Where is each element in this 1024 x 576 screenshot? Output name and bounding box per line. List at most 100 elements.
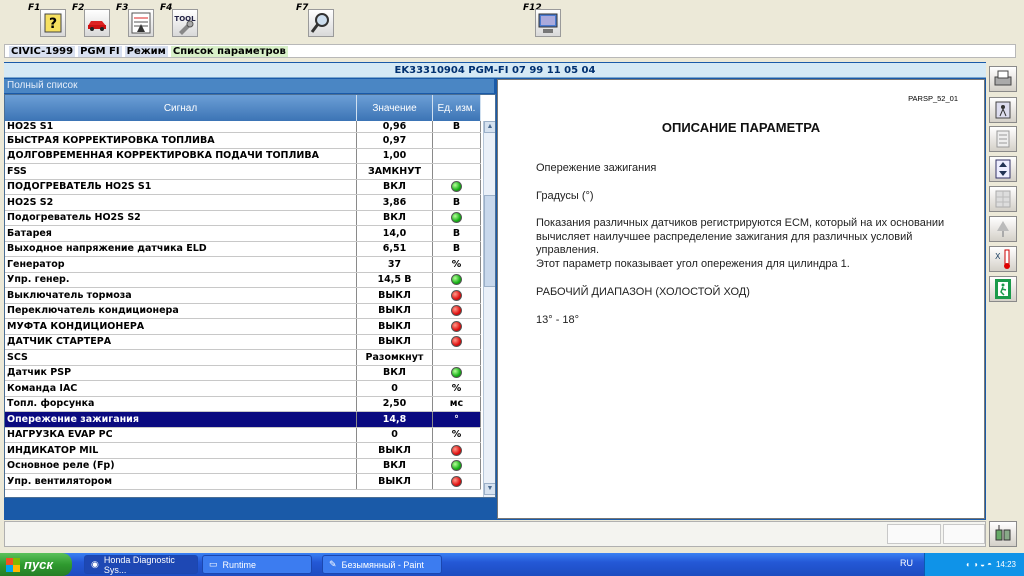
signal-cell: Команда IAC [5, 381, 357, 396]
value-cell: ВЫКЛ [357, 319, 433, 334]
language-indicator[interactable]: RU [900, 558, 913, 568]
column-signal[interactable]: Сигнал [5, 95, 357, 121]
frame-bottom [4, 498, 496, 519]
table-header: Сигнал Значение Ед. изм. [5, 95, 481, 121]
connection-button[interactable] [989, 521, 1017, 547]
table-row[interactable]: HO2S S2 3,86 В [5, 195, 481, 211]
signal-cell: Основное реле (Fp) [5, 458, 357, 473]
value-cell: 0,96 [357, 121, 433, 132]
breadcrumb: CIVIC-1999 PGM FI Режим Список параметро… [4, 44, 1016, 58]
status-on-indicator-icon [451, 367, 462, 379]
app-icon: ◉ [91, 559, 99, 569]
unit-cell [433, 334, 481, 349]
column-unit[interactable]: Ед. изм. [433, 95, 481, 121]
scroll-down-arrow[interactable]: ▼ [484, 483, 495, 495]
signal-cell: Подогреватель HO2S S2 [5, 210, 357, 225]
scroll-thumb[interactable] [484, 195, 495, 287]
signal-cell: ИНДИКАТОР MIL [5, 443, 357, 458]
list-button[interactable] [989, 126, 1017, 152]
description-code: PARSP_52_01 [908, 94, 958, 103]
table-row[interactable]: Основное реле (Fp) ВКЛ [5, 458, 481, 474]
plug-icon [995, 525, 1011, 541]
table-row[interactable]: ИНДИКАТОР MIL ВЫКЛ [5, 443, 481, 459]
f4-tool-button[interactable]: F4 TOOL [160, 3, 200, 41]
table-row[interactable]: Опережение зажигания 14,8 ° [5, 412, 481, 428]
table-row[interactable]: ДОЛГОВРЕМЕННАЯ КОРРЕКТИРОВКА ПОДАЧИ ТОПЛ… [5, 148, 481, 164]
person-button[interactable] [989, 97, 1017, 123]
range-value: 13° - 18° [536, 314, 580, 326]
description-panel: PARSP_52_01 ОПИСАНИЕ ПАРАМЕТРА Опережени… [497, 79, 985, 519]
parameter-description: Показания различных датчиков регистрирую… [536, 217, 945, 256]
value-cell: 1,00 [357, 148, 433, 163]
status-on-indicator-icon [451, 274, 462, 286]
breadcrumb-system[interactable]: PGM FI [78, 45, 122, 57]
breadcrumb-mode[interactable]: Режим [124, 45, 168, 57]
sort-button[interactable] [989, 156, 1017, 182]
table-row[interactable]: FSS ЗАМКНУТ [5, 164, 481, 180]
taskbar-item-paint[interactable]: ✎ Безымянный - Paint [322, 555, 442, 574]
table-row[interactable]: Топл. форсунка 2,50 мс [5, 396, 481, 412]
tree-button[interactable] [989, 216, 1017, 242]
table-row[interactable]: Батарея 14,0 В [5, 226, 481, 242]
unit-cell: мс [433, 396, 481, 411]
value-cell: 37 [357, 257, 433, 272]
f1-help-button[interactable]: F1 ? [28, 3, 68, 41]
table-row[interactable]: Выключатель тормоза ВЫКЛ [5, 288, 481, 304]
f12-computer-button[interactable]: F12 [523, 3, 563, 41]
grid-button[interactable] [989, 186, 1017, 212]
exit-button[interactable] [989, 276, 1017, 302]
value-cell: ВЫКЛ [357, 303, 433, 318]
status-off-indicator-icon [451, 289, 462, 301]
f7-search-button[interactable]: F7 [296, 3, 336, 41]
value-cell: 0,97 [357, 133, 433, 148]
status-off-indicator-icon [451, 336, 462, 348]
value-cell: ВЫКЛ [357, 474, 433, 489]
f2-vehicle-button[interactable]: F2 [72, 3, 112, 41]
taskbar-item-runtime[interactable]: ▭ Runtime [202, 555, 312, 574]
table-row[interactable]: БЫСТРАЯ КОРРЕКТИРОВКА ТОПЛИВА 0,97 [5, 133, 481, 149]
table-row[interactable]: Упр. вентилятором ВЫКЛ [5, 474, 481, 490]
table-row[interactable]: МУФТА КОНДИЦИОНЕРА ВЫКЛ [5, 319, 481, 335]
print-button[interactable] [989, 66, 1017, 92]
clock[interactable]: 14:23 [996, 560, 1016, 569]
table-row[interactable]: Датчик PSP ВКЛ [5, 365, 481, 381]
status-off-indicator-icon [451, 320, 462, 332]
signal-cell: HO2S S2 [5, 195, 357, 210]
table-row[interactable]: Переключатель кондиционера ВЫКЛ [5, 303, 481, 319]
f3-data-button[interactable]: F3 [116, 3, 156, 41]
signal-cell: Топл. форсунка [5, 396, 357, 411]
status-field-3 [943, 524, 985, 544]
unit-cell [433, 272, 481, 287]
taskbar-item-honda[interactable]: ◉ Honda Diagnostic Sys... [84, 555, 198, 575]
breadcrumb-model[interactable]: CIVIC-1999 [9, 45, 76, 57]
vertical-scrollbar[interactable]: ▲ ▼ [483, 121, 495, 497]
signal-cell: SCS [5, 350, 357, 365]
scroll-up-arrow[interactable]: ▲ [484, 121, 495, 133]
table-row[interactable]: НАГРУЗКА EVAP PC 0% [5, 427, 481, 443]
table-row[interactable]: Упр. генер. 14,5 В [5, 272, 481, 288]
person-icon [995, 101, 1011, 119]
unit-cell [433, 210, 481, 225]
parameter-table: Сигнал Значение Ед. изм. HO2S S1 0,96 В БЫС… [4, 94, 496, 498]
unit-cell [433, 164, 481, 179]
signal-cell: Выходное напряжение датчика ELD [5, 241, 357, 256]
value-cell: ВКЛ [357, 210, 433, 225]
value-cell: ВЫКЛ [357, 288, 433, 303]
exit-icon [995, 279, 1011, 299]
table-row[interactable]: Генератор 37% [5, 257, 481, 273]
status-off-indicator-icon [451, 305, 462, 317]
table-row[interactable]: Выходное напряжение датчика ELD 6,51 В [5, 241, 481, 257]
value-cell: 3,86 [357, 195, 433, 210]
table-row[interactable]: ДАТЧИК СТАРТЕРА ВЫКЛ [5, 334, 481, 350]
table-row[interactable]: Подогреватель HO2S S2 ВКЛ [5, 210, 481, 226]
column-value[interactable]: Значение [357, 95, 433, 121]
table-row[interactable]: ПОДОГРЕВАТЕЛЬ HO2S S1 ВКЛ [5, 179, 481, 195]
table-row[interactable]: HO2S S1 0,96 В [5, 121, 481, 133]
unit-cell [433, 350, 481, 365]
updown-arrows-icon [995, 159, 1011, 179]
thermometer-button[interactable]: X [989, 246, 1017, 272]
start-button[interactable]: пуск [0, 553, 72, 576]
tray-icons[interactable]: ◐ ◑ ◒ ◓ [966, 560, 992, 569]
table-row[interactable]: Команда IAC 0% [5, 381, 481, 397]
table-row[interactable]: SCS Разомкнут [5, 350, 481, 366]
